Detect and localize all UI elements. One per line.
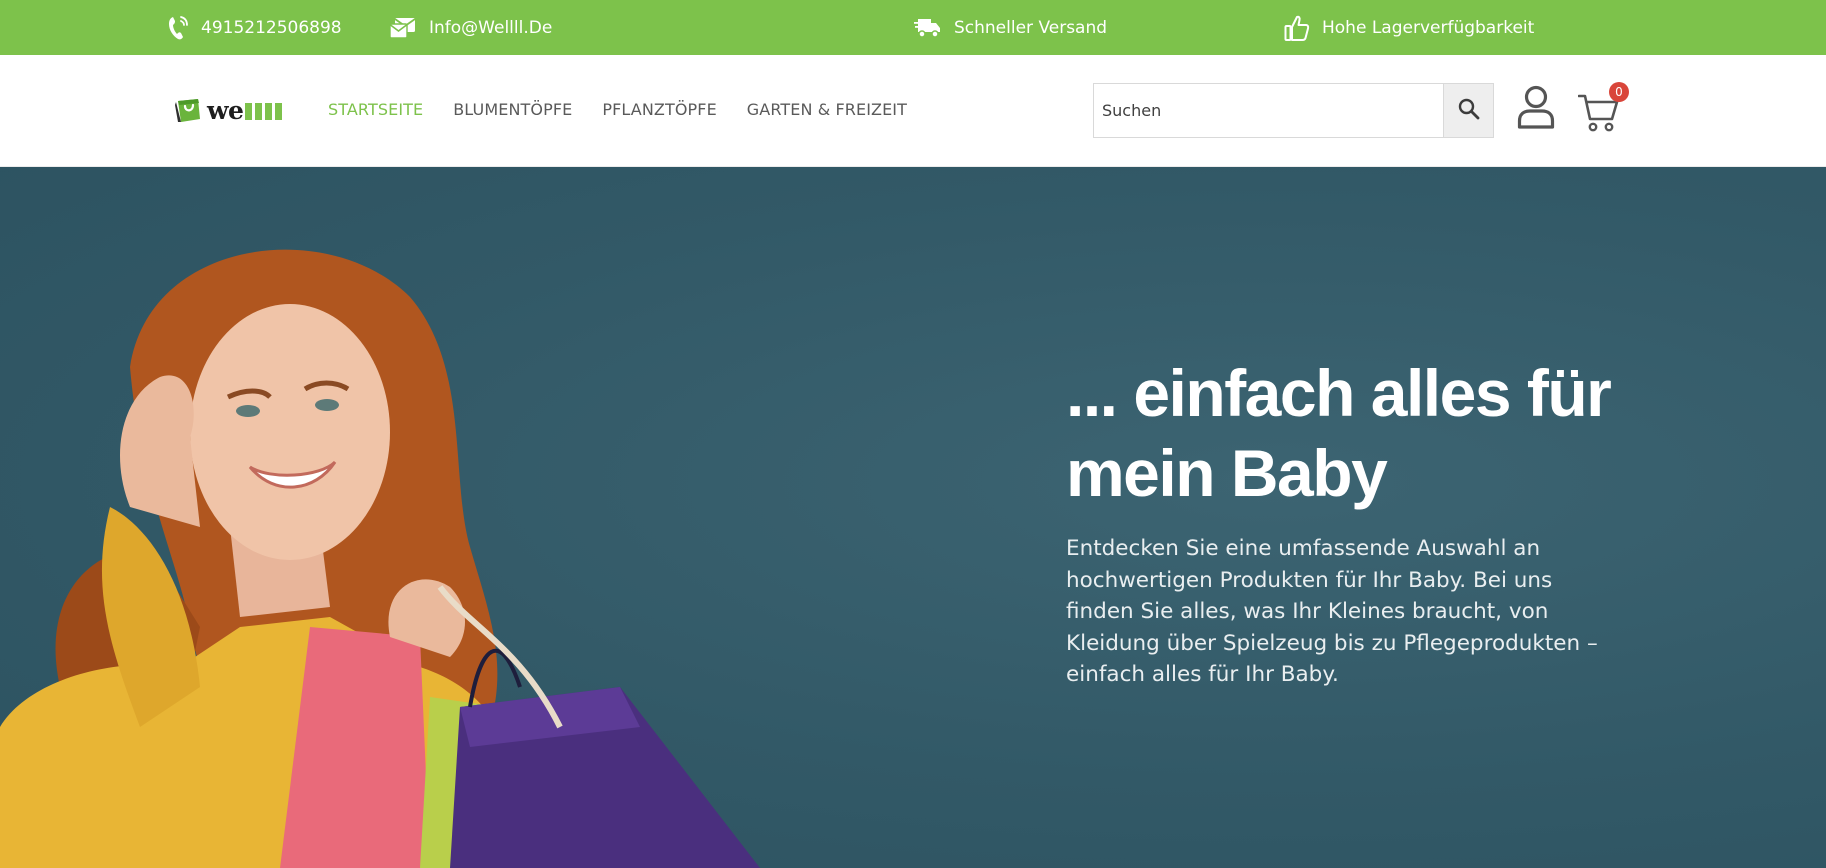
topbar-stock-text: Hohe Lagerverfügbarkeit	[1322, 17, 1535, 38]
user-icon	[1517, 85, 1555, 133]
shopping-bag-logo-icon	[175, 93, 203, 127]
nav-item-startseite[interactable]: STARTSEITE	[328, 100, 423, 119]
nav-item-blumentoepfe[interactable]: BLUMENTÖPFE	[453, 100, 572, 119]
topbar-phone-text: 4915212506898	[201, 17, 342, 38]
topbar-email-text: Info@Wellll.De	[429, 17, 553, 38]
nav-item-pflanztoepfe[interactable]: PFLANZTÖPFE	[602, 100, 716, 119]
mail-icon	[389, 16, 417, 40]
hero-title: ... einfach alles für mein Baby	[1066, 356, 1612, 510]
topbar-email[interactable]: Info@Wellll.De	[389, 0, 552, 55]
search-button[interactable]	[1443, 83, 1494, 138]
logo-word: we	[207, 95, 244, 125]
topbar-phone[interactable]: 4915212506898	[167, 0, 342, 55]
search-input[interactable]	[1093, 83, 1443, 138]
account-button[interactable]	[1514, 83, 1558, 135]
hero-description: Entdecken Sie eine umfassende Auswahl an…	[1066, 536, 1598, 687]
topbar-shipping-text: Schneller Versand	[954, 17, 1108, 38]
thumbs-up-icon	[1284, 14, 1310, 42]
cart-count-badge: 0	[1609, 82, 1629, 102]
nav-item-garten-freizeit[interactable]: GARTEN & FREIZEIT	[747, 100, 907, 119]
phone-icon	[167, 15, 189, 41]
search-bar	[1093, 83, 1494, 138]
topbar-shipping: Schneller Versand	[914, 0, 1107, 55]
topbar: 4915212506898 Info@Wellll.De Schneller V	[0, 0, 1826, 55]
hero-image	[0, 167, 780, 868]
search-icon	[1457, 97, 1481, 125]
truck-icon	[914, 17, 942, 39]
topbar-stock: Hohe Lagerverfügbarkeit	[1284, 0, 1534, 55]
hero-banner: ... einfach alles für mein Baby Entdecke…	[0, 167, 1826, 868]
cart-button[interactable]: 0	[1577, 81, 1629, 137]
site-header: we STARTSEITE BLUMENTÖPFE PFLANZTÖPFE GA…	[0, 55, 1826, 167]
logo-bars	[245, 100, 285, 120]
main-nav: STARTSEITE BLUMENTÖPFE PFLANZTÖPFE GARTE…	[328, 55, 937, 163]
logo[interactable]: we	[175, 93, 285, 127]
